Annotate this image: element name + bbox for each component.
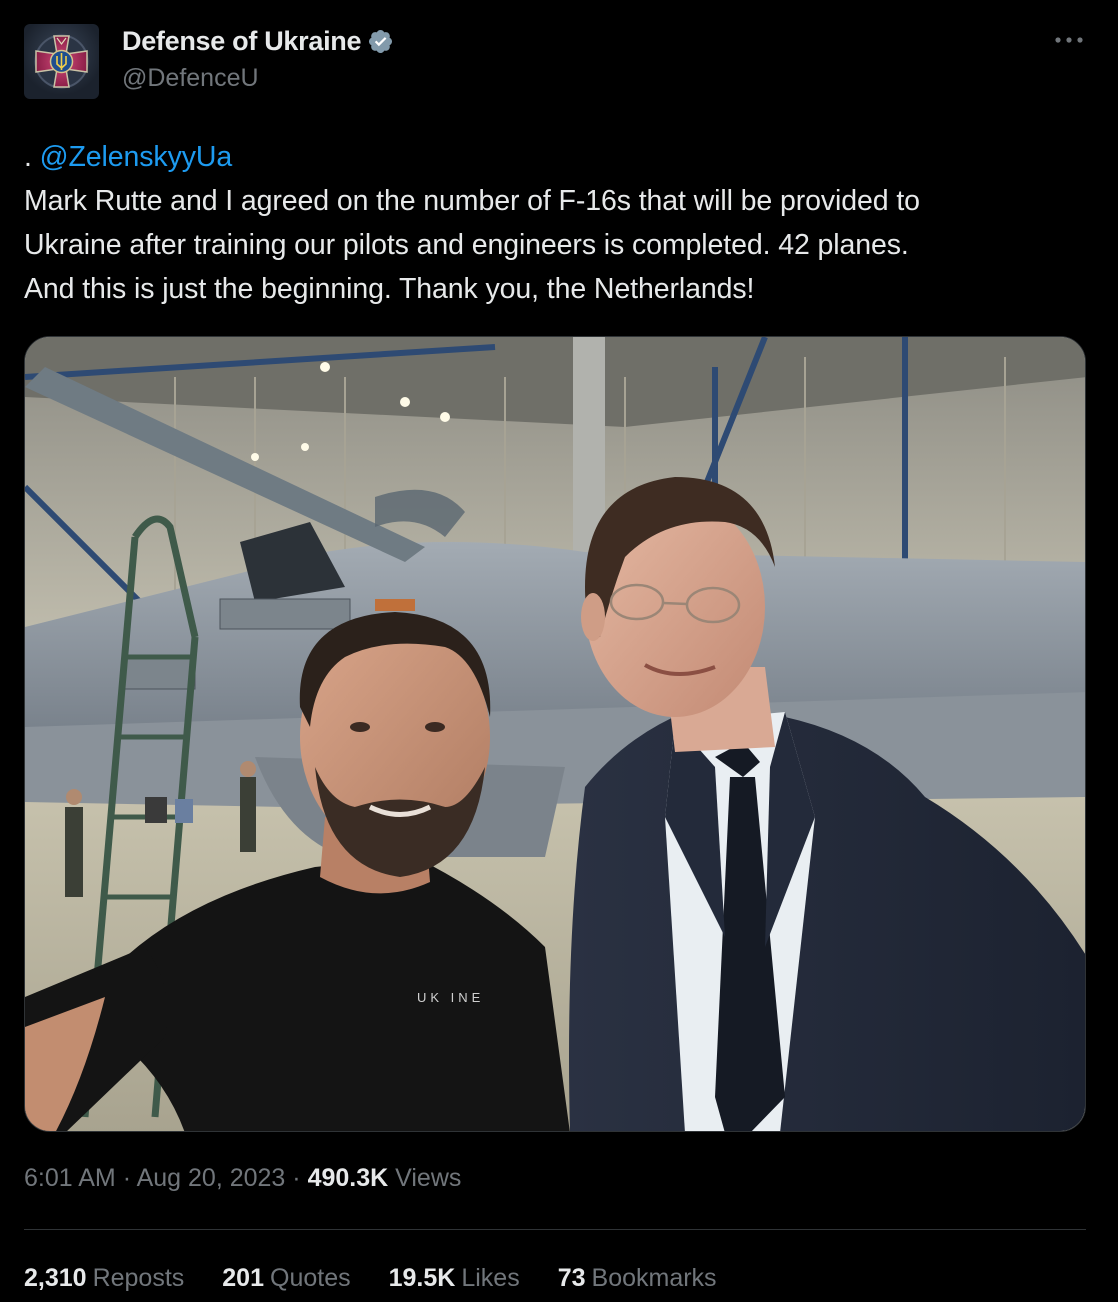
tweet-card: Defense of Ukraine @DefenceU . @Zelensky… — [0, 0, 1118, 1302]
divider — [24, 1229, 1086, 1230]
bookmarks-label: Bookmarks — [591, 1264, 717, 1292]
reposts-label: Reposts — [92, 1264, 185, 1292]
bookmarks-stat[interactable]: 73 Bookmarks — [558, 1264, 717, 1293]
views-count: 490.3K — [307, 1164, 389, 1192]
tweet-text-line-4: And this is just the beginning. Thank yo… — [24, 273, 755, 305]
shirt-print: UK INE — [417, 990, 484, 1005]
tweet-time[interactable]: 6:01 AM — [24, 1164, 116, 1192]
tweet-text-line-1: . @ZelenskyyUa — [24, 135, 1084, 179]
ministry-emblem-icon — [34, 34, 89, 89]
tweet-text: . @ZelenskyyUa Mark Rutte and I agreed o… — [24, 135, 1084, 311]
tweet-meta: 6:01 AM · Aug 20, 2023 · 490.3K Views — [24, 1164, 461, 1193]
likes-count: 19.5K — [388, 1264, 456, 1292]
likes-label: Likes — [461, 1264, 520, 1292]
photo-illustration: UK INE — [25, 337, 1085, 1131]
reposts-stat[interactable]: 2,310 Reposts — [24, 1264, 184, 1293]
more-options-icon[interactable] — [1054, 30, 1084, 50]
bookmarks-count: 73 — [557, 1264, 586, 1292]
quotes-count: 201 — [222, 1264, 264, 1292]
tweet-photo[interactable]: UK INE — [24, 336, 1086, 1132]
tweet-text-line-2: Mark Rutte and I agreed on the number of… — [24, 185, 920, 217]
author-name-row: Defense of Ukraine — [122, 26, 394, 57]
verified-badge-icon[interactable] — [367, 28, 394, 55]
views-label: Views — [395, 1164, 462, 1192]
display-name[interactable]: Defense of Ukraine — [122, 26, 361, 57]
mention-link[interactable]: @ZelenskyyUa — [40, 141, 233, 173]
reposts-count: 2,310 — [24, 1264, 87, 1292]
meta-separator: · — [122, 1164, 132, 1192]
author-handle[interactable]: @DefenceU — [122, 64, 259, 93]
tweet-date[interactable]: Aug 20, 2023 — [137, 1164, 286, 1192]
engagement-stats: 2,310 Reposts 201 Quotes 19.5K Likes 73 Book… — [24, 1264, 717, 1293]
quotes-stat[interactable]: 201 Quotes — [222, 1264, 350, 1293]
avatar[interactable] — [24, 24, 99, 99]
quotes-label: Quotes — [270, 1264, 351, 1292]
meta-separator: · — [292, 1164, 301, 1192]
tweet-text-line-3: Ukraine after training our pilots and en… — [24, 229, 909, 261]
tweet-prefix: . — [24, 141, 32, 173]
likes-stat[interactable]: 19.5K Likes — [389, 1264, 520, 1293]
